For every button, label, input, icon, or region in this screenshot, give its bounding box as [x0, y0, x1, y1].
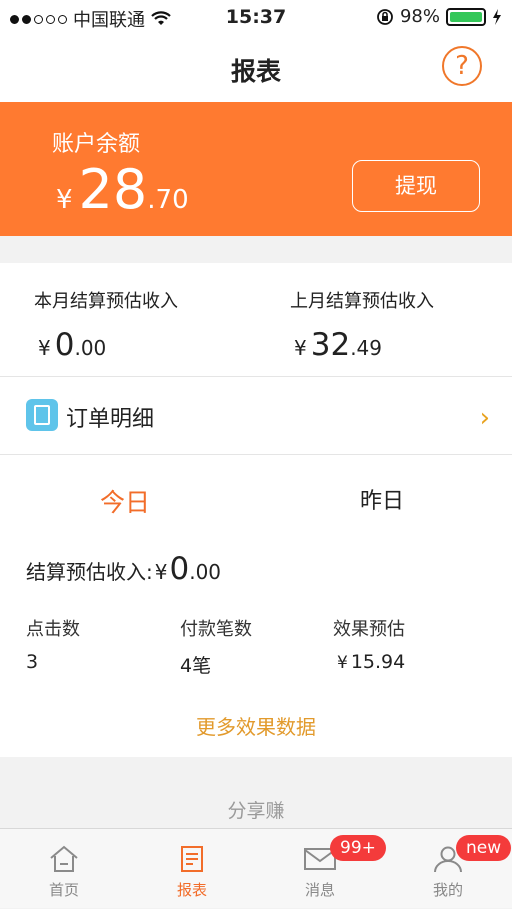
nav-bar: 报表 ? [0, 36, 512, 102]
settle-label: 结算预估收入: [26, 560, 153, 584]
value-integer: 0 [169, 551, 190, 587]
value-decimal: .49 [350, 336, 382, 360]
tab-label: 首页 [48, 881, 79, 899]
metric-label: 点击数 [26, 619, 80, 640]
currency-symbol: ¥ [38, 336, 51, 360]
value-integer: 32 [310, 327, 351, 363]
this-month-label: 本月结算预估收入 [34, 291, 178, 312]
balance-card: 账户余额 ¥ 28 .70 提现 [0, 102, 512, 236]
question-circle-icon: ? [455, 51, 469, 81]
battery-fill [450, 11, 482, 22]
tab-me[interactable]: 我的 new [384, 829, 512, 909]
charging-icon [493, 8, 501, 25]
balance-integer: 28 [78, 158, 148, 221]
metric-effect-estimate: 效果预估 ¥ 15.94 [333, 615, 405, 673]
settle-estimate: 结算预估收入: ¥ 0 .00 [26, 551, 221, 587]
withdraw-button[interactable]: 提现 [352, 160, 480, 212]
metric-payments: 付款笔数 4笔 [180, 615, 252, 678]
report-icon [181, 846, 203, 872]
metric-label: 效果预估 [333, 619, 405, 640]
currency-symbol: ¥ [154, 560, 168, 584]
tab-bar: 首页 报表 消息 99+ 我的 new [0, 828, 512, 908]
tab-messages[interactable]: 消息 99+ [256, 829, 386, 909]
tab-report[interactable]: 报表 [128, 829, 256, 909]
metric-label: 付款笔数 [180, 619, 252, 640]
this-month-earnings: 本月结算预估收入 ¥ 0 .00 [34, 287, 178, 363]
last-month-value: ¥ 32 .49 [294, 327, 434, 363]
metric-value: 4笔 [180, 651, 252, 678]
battery-icon [446, 7, 486, 26]
earnings-panel: 本月结算预估收入 ¥ 0 .00 上月结算预估收入 ¥ 32 .49 [0, 263, 512, 376]
this-month-value: ¥ 0 .00 [38, 327, 178, 363]
more-data-link[interactable]: 更多效果数据 [0, 711, 512, 740]
help-button[interactable]: ? [442, 46, 482, 86]
metric-value-text: 15.94 [350, 651, 406, 673]
home-icon [50, 845, 78, 872]
balance-decimal: .70 [147, 185, 189, 215]
tab-yesterday[interactable]: 昨日 [360, 483, 404, 515]
tab-label: 我的 [432, 881, 463, 899]
value-decimal: .00 [189, 560, 222, 584]
value-decimal: .00 [74, 336, 107, 360]
metric-value-text: 3 [26, 651, 39, 673]
balance-label: 账户余额 [52, 132, 141, 157]
stats-panel: 今日 昨日 结算预估收入: ¥ 0 .00 点击数 3 付款笔数 4笔 效果预估… [0, 455, 512, 757]
unread-badge: 99+ [330, 835, 386, 861]
tab-label: 消息 [304, 881, 335, 899]
metric-value: 3 [26, 651, 80, 673]
tab-today[interactable]: 今日 [100, 483, 150, 519]
new-badge: new [456, 835, 512, 861]
metric-value-text: 4笔 [180, 655, 212, 677]
status-bar: 中国联通 15:37 98% [0, 0, 512, 36]
last-month-earnings: 上月结算预估收入 ¥ 32 .49 [290, 287, 434, 363]
last-month-label: 上月结算预估收入 [290, 291, 434, 312]
value-integer: 0 [54, 327, 75, 363]
balance-amount: ¥ 28 .70 [56, 158, 189, 221]
currency-symbol: ¥ [294, 336, 307, 360]
balance-currency: ¥ [56, 185, 73, 215]
document-icon-sheet [34, 405, 50, 425]
metric-clicks: 点击数 3 [26, 615, 80, 673]
share-earn-label[interactable]: 分享赚 [0, 796, 512, 823]
status-right: 98% [376, 6, 502, 27]
tab-label: 报表 [176, 881, 207, 899]
battery-percent: 98% [399, 6, 440, 27]
currency-symbol: ¥ [337, 653, 348, 673]
chevron-right-icon: › [479, 403, 490, 433]
rotation-lock-icon [377, 8, 393, 25]
tab-home[interactable]: 首页 [0, 829, 128, 909]
metric-value: ¥ 15.94 [337, 651, 405, 673]
document-icon [26, 399, 58, 431]
order-detail-row[interactable]: 订单明细 › [0, 377, 512, 454]
order-detail-label: 订单明细 [66, 407, 155, 432]
page-title: 报表 [230, 57, 281, 86]
